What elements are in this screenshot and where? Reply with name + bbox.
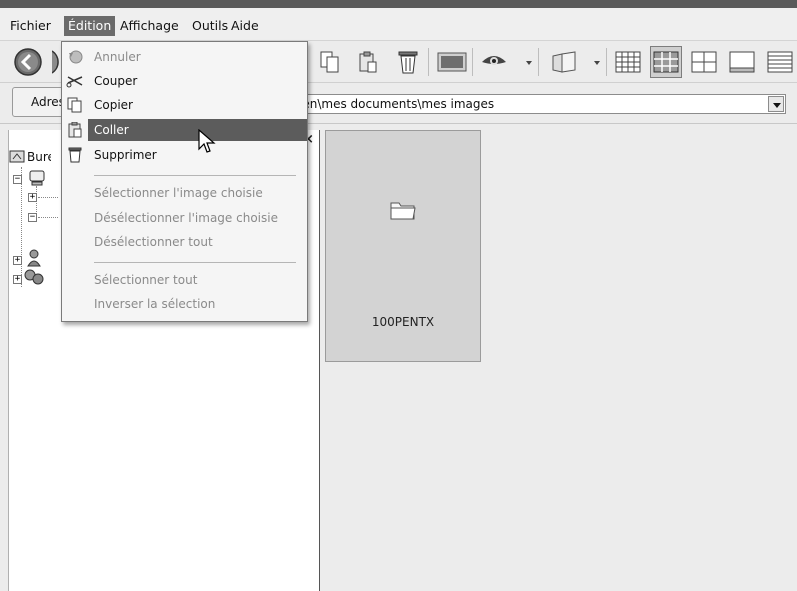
menu-aide[interactable]: Aide <box>227 16 263 36</box>
single-frame-icon <box>729 51 755 73</box>
view-dropdown-arrow-icon[interactable] <box>526 61 532 65</box>
grid-small-icon <box>615 51 641 73</box>
toolbar-paste-button[interactable] <box>352 46 384 78</box>
tree-expand-toggle[interactable]: + <box>13 275 22 284</box>
folder-thumbnail[interactable]: 100PENTX <box>325 130 481 362</box>
menu-item-label: Annuler <box>94 50 141 64</box>
back-button[interactable] <box>12 46 44 78</box>
tree-expand-toggle[interactable]: + <box>13 256 22 265</box>
computer-icon <box>29 170 45 186</box>
toolbar-delete-button[interactable] <box>392 46 424 78</box>
menu-item-couper[interactable]: Couper <box>62 70 307 92</box>
desktop-icon <box>9 150 25 163</box>
toolbar-slideshow-button[interactable] <box>436 46 468 78</box>
undo-icon <box>69 50 83 64</box>
menu-item-label: Désélectionner l'image choisie <box>94 211 278 225</box>
grid-medium-icon <box>653 51 679 73</box>
menu-item-label: Supprimer <box>94 148 157 162</box>
address-field[interactable]: een\mes documents\mes images <box>290 94 786 114</box>
menu-item-deselectionner-image[interactable]: Désélectionner l'image choisie <box>62 207 307 229</box>
menu-outils[interactable]: Outils <box>188 16 232 36</box>
menu-item-label: Sélectionner l'image choisie <box>94 186 263 200</box>
menu-item-copier[interactable]: Copier <box>62 94 307 116</box>
mouse-cursor-icon <box>198 129 216 153</box>
toolbar-separator <box>472 48 473 76</box>
toolbar-medium-thumbs-button[interactable] <box>650 46 682 78</box>
menu-item-label: Couper <box>94 74 138 88</box>
menu-item-label: Copier <box>94 98 133 112</box>
menu-item-selectionner-tout[interactable]: Sélectionner tout <box>62 269 307 291</box>
network-icon <box>24 269 44 285</box>
menu-item-inverser-selection[interactable]: Inverser la sélection <box>62 293 307 315</box>
paste-icon <box>359 51 377 73</box>
menu-bar: Fichier Édition Affichage Outils Aide <box>0 8 797 41</box>
toolbar-small-thumbs-button[interactable] <box>612 46 644 78</box>
toolbar-single-view-button[interactable] <box>726 46 758 78</box>
trash-icon <box>398 51 418 74</box>
menu-item-deselectionner-tout[interactable]: Désélectionner tout <box>62 231 307 253</box>
tree-collapse-toggle[interactable]: − <box>28 213 37 222</box>
grid-large-icon <box>691 51 717 73</box>
back-arrow-icon <box>14 48 42 76</box>
list-view-icon <box>767 51 793 73</box>
my-computer-node[interactable] <box>28 170 46 189</box>
tree-line <box>21 167 22 287</box>
menu-item-label: Coller <box>94 123 129 137</box>
album-icon <box>552 51 576 73</box>
toolbar-view-button[interactable] <box>478 46 510 78</box>
toolbar-separator <box>428 48 429 76</box>
network-node[interactable] <box>24 268 44 289</box>
toolbar-album-button[interactable] <box>548 46 580 78</box>
folder-thumbnail-label: 100PENTX <box>371 315 435 329</box>
menu-fichier[interactable]: Fichier <box>6 16 55 36</box>
menu-affichage[interactable]: Affichage <box>116 16 183 36</box>
desktop-node[interactable]: Bureau <box>9 149 51 168</box>
tree-expand-toggle[interactable]: + <box>28 193 37 202</box>
menu-item-annuler[interactable]: Annuler <box>62 46 307 68</box>
paste-icon <box>68 122 82 138</box>
scissors-icon <box>66 76 83 88</box>
tree-line <box>38 217 58 218</box>
trash-icon <box>68 147 82 163</box>
tree-collapse-toggle[interactable]: − <box>13 175 22 184</box>
window-top-border <box>0 0 797 8</box>
folder-icon <box>390 202 416 220</box>
eye-icon <box>482 56 506 65</box>
tree-line <box>38 197 58 198</box>
menu-separator <box>94 262 296 263</box>
toolbar-separator <box>538 48 539 76</box>
copy-icon <box>67 97 82 113</box>
monitor-icon <box>437 52 467 72</box>
album-dropdown-arrow-icon[interactable] <box>594 61 600 65</box>
menu-item-label: Désélectionner tout <box>94 235 213 249</box>
menu-edition[interactable]: Édition <box>64 16 116 36</box>
address-path: een\mes documents\mes images <box>295 97 495 111</box>
toolbar-separator <box>606 48 607 76</box>
address-dropdown-arrow-icon[interactable] <box>768 96 784 112</box>
menu-item-supprimer[interactable]: Supprimer <box>62 144 307 166</box>
toolbar-list-view-button[interactable] <box>764 46 796 78</box>
copy-icon <box>320 51 339 73</box>
toolbar-copy-button[interactable] <box>314 46 346 78</box>
menu-item-label: Inverser la sélection <box>94 297 216 311</box>
user-node[interactable] <box>26 249 42 270</box>
toolbar-large-thumbs-button[interactable] <box>688 46 720 78</box>
menu-item-selectionner-image[interactable]: Sélectionner l'image choisie <box>62 182 307 204</box>
menu-item-label: Sélectionner tout <box>94 273 198 287</box>
user-icon <box>27 249 41 267</box>
edit-menu-dropdown: Annuler Couper Copier Coller Supprimer S… <box>61 41 308 322</box>
desktop-label: Bureau <box>27 150 51 164</box>
menu-separator <box>94 175 296 176</box>
